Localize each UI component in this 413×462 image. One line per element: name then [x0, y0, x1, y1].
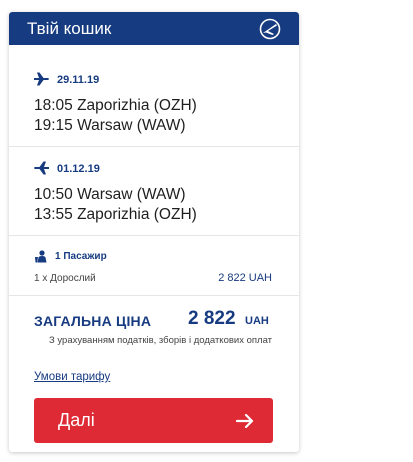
total-amount: 2 822 — [188, 308, 236, 329]
passenger-summary: 1 Пасажир 1 х Дорослий 2 822 UAH — [9, 236, 299, 296]
total-note: З урахуванням податків, зборів і додатко… — [49, 335, 272, 346]
total-currency: UAH — [245, 315, 269, 327]
plane-return-icon — [34, 161, 49, 175]
cart-header: Твій кошик — [9, 12, 299, 45]
cart-panel: Твій кошик 29.11.19 18:05 Zaporizhia (OZ… — [9, 12, 299, 452]
fare-conditions-link[interactable]: Умови тарифу — [34, 371, 110, 383]
arrow-right-icon — [236, 413, 254, 429]
flight-departure: 18:05 Zaporizhia (OZH) — [34, 97, 197, 114]
next-button[interactable]: Далі — [34, 398, 273, 443]
passenger-type: 1 х Дорослий — [34, 273, 96, 284]
passenger-icon — [35, 250, 47, 263]
flight-departure: 10:50 Warsaw (WAW) — [34, 186, 186, 203]
flight-arrival: 13:55 Zaporizhia (OZH) — [34, 206, 197, 223]
airline-logo-icon — [259, 18, 281, 40]
total-label: ЗАГАЛЬНА ЦІНА — [34, 313, 152, 329]
flight-arrival: 19:15 Warsaw (WAW) — [34, 117, 186, 134]
cart-title: Твій кошик — [27, 19, 112, 38]
return-flight: 01.12.19 10:50 Warsaw (WAW) 13:55 Zapori… — [9, 147, 299, 236]
flight-date: 29.11.19 — [57, 74, 100, 86]
passenger-count: 1 Пасажир — [55, 251, 107, 262]
outbound-flight: 29.11.19 18:05 Zaporizhia (OZH) 19:15 Wa… — [9, 45, 299, 147]
flight-date: 01.12.19 — [57, 163, 100, 175]
passenger-price: 2 822 UAH — [218, 272, 272, 284]
plane-departure-icon — [34, 72, 49, 86]
next-button-label: Далі — [58, 410, 95, 430]
